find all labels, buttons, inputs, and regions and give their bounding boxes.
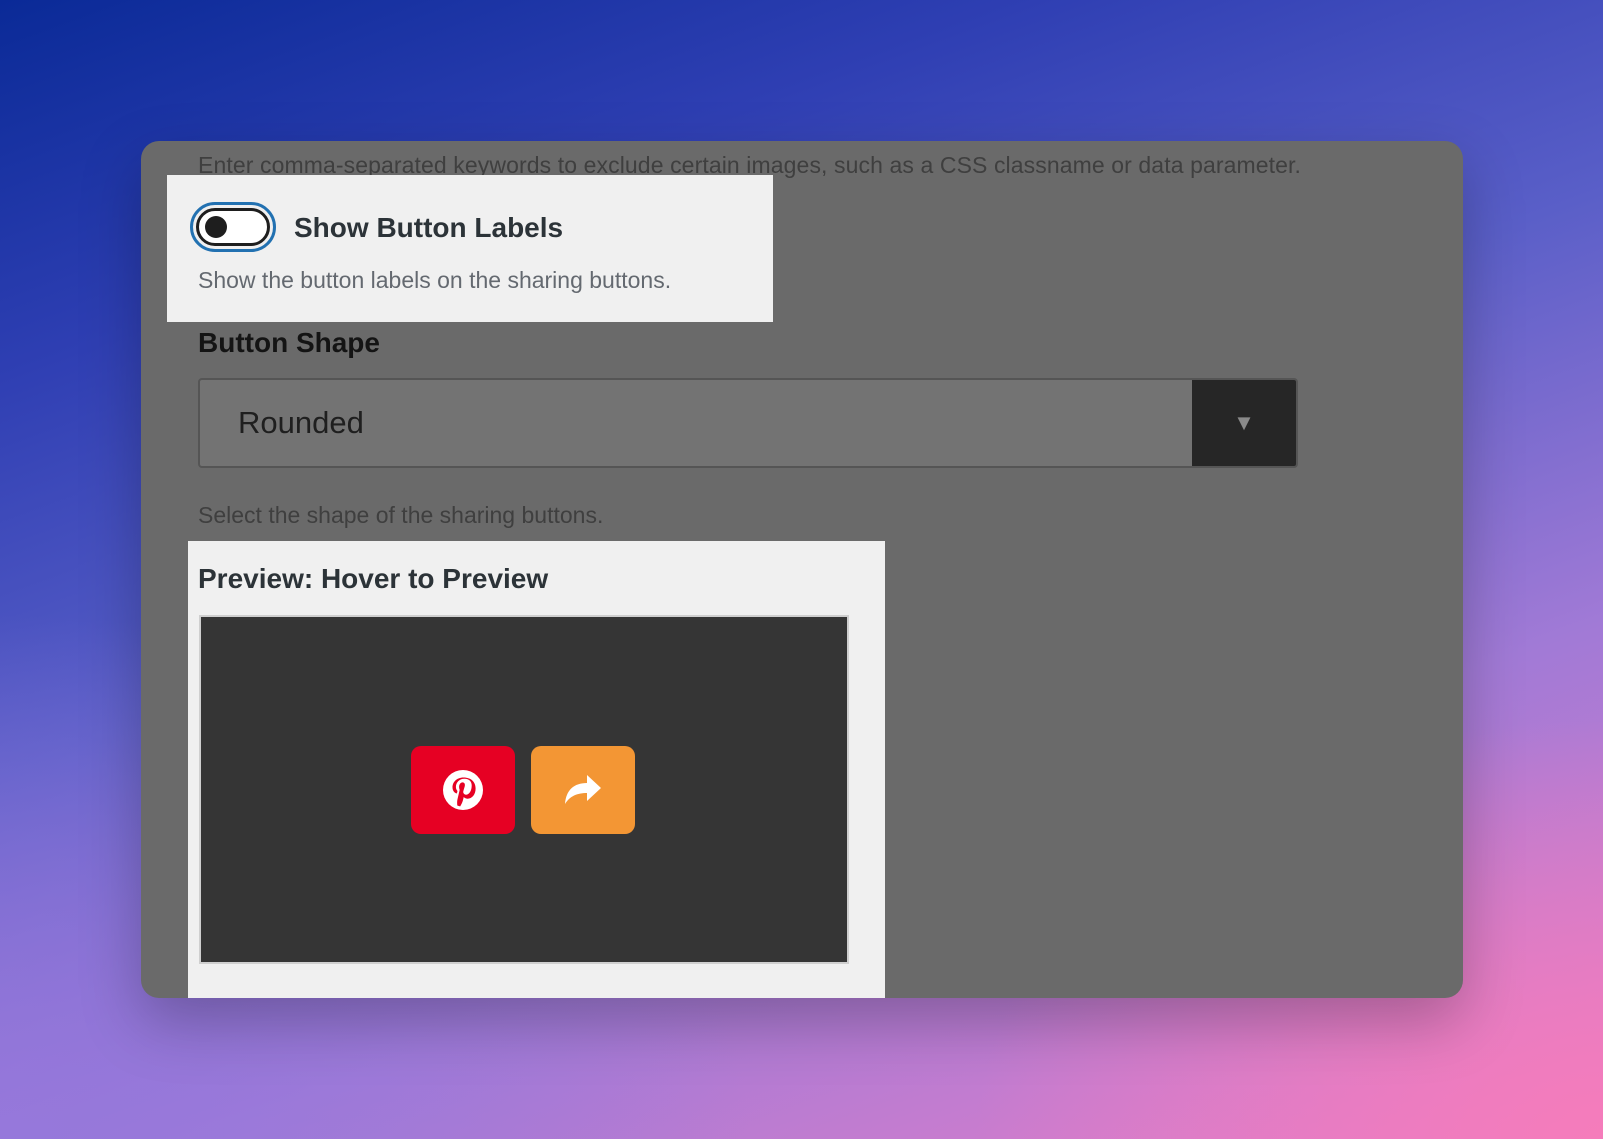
share-button[interactable] (531, 746, 635, 834)
settings-panel: Enter comma-separated keywords to exclud… (141, 141, 1463, 998)
pinterest-share-button[interactable] (411, 746, 515, 834)
button-shape-select[interactable]: Rounded ▼ (198, 378, 1298, 468)
toggle-knob (205, 216, 227, 238)
show-button-labels-label[interactable]: Show Button Labels (294, 212, 563, 244)
chevron-down-icon[interactable]: ▼ (1192, 380, 1296, 466)
button-shape-help-text: Select the shape of the sharing buttons. (198, 502, 604, 528)
toggle-track (196, 208, 270, 246)
show-button-labels-toggle[interactable] (190, 202, 276, 252)
preview-section: Preview: Hover to Preview (188, 541, 885, 998)
screen: { "settings": { "exclude_images_help": "… (0, 0, 1603, 1139)
button-shape-selected-value: Rounded (238, 405, 364, 440)
preview-title: Preview: Hover to Preview (198, 563, 549, 594)
share-arrow-icon (565, 775, 601, 804)
show-button-labels-help-text: Show the button labels on the sharing bu… (198, 267, 672, 293)
pinterest-icon (443, 770, 483, 810)
preview-stage[interactable] (199, 615, 849, 964)
button-shape-label: Button Shape (198, 327, 380, 358)
show-button-labels-setting: Show Button Labels Show the button label… (167, 175, 773, 322)
